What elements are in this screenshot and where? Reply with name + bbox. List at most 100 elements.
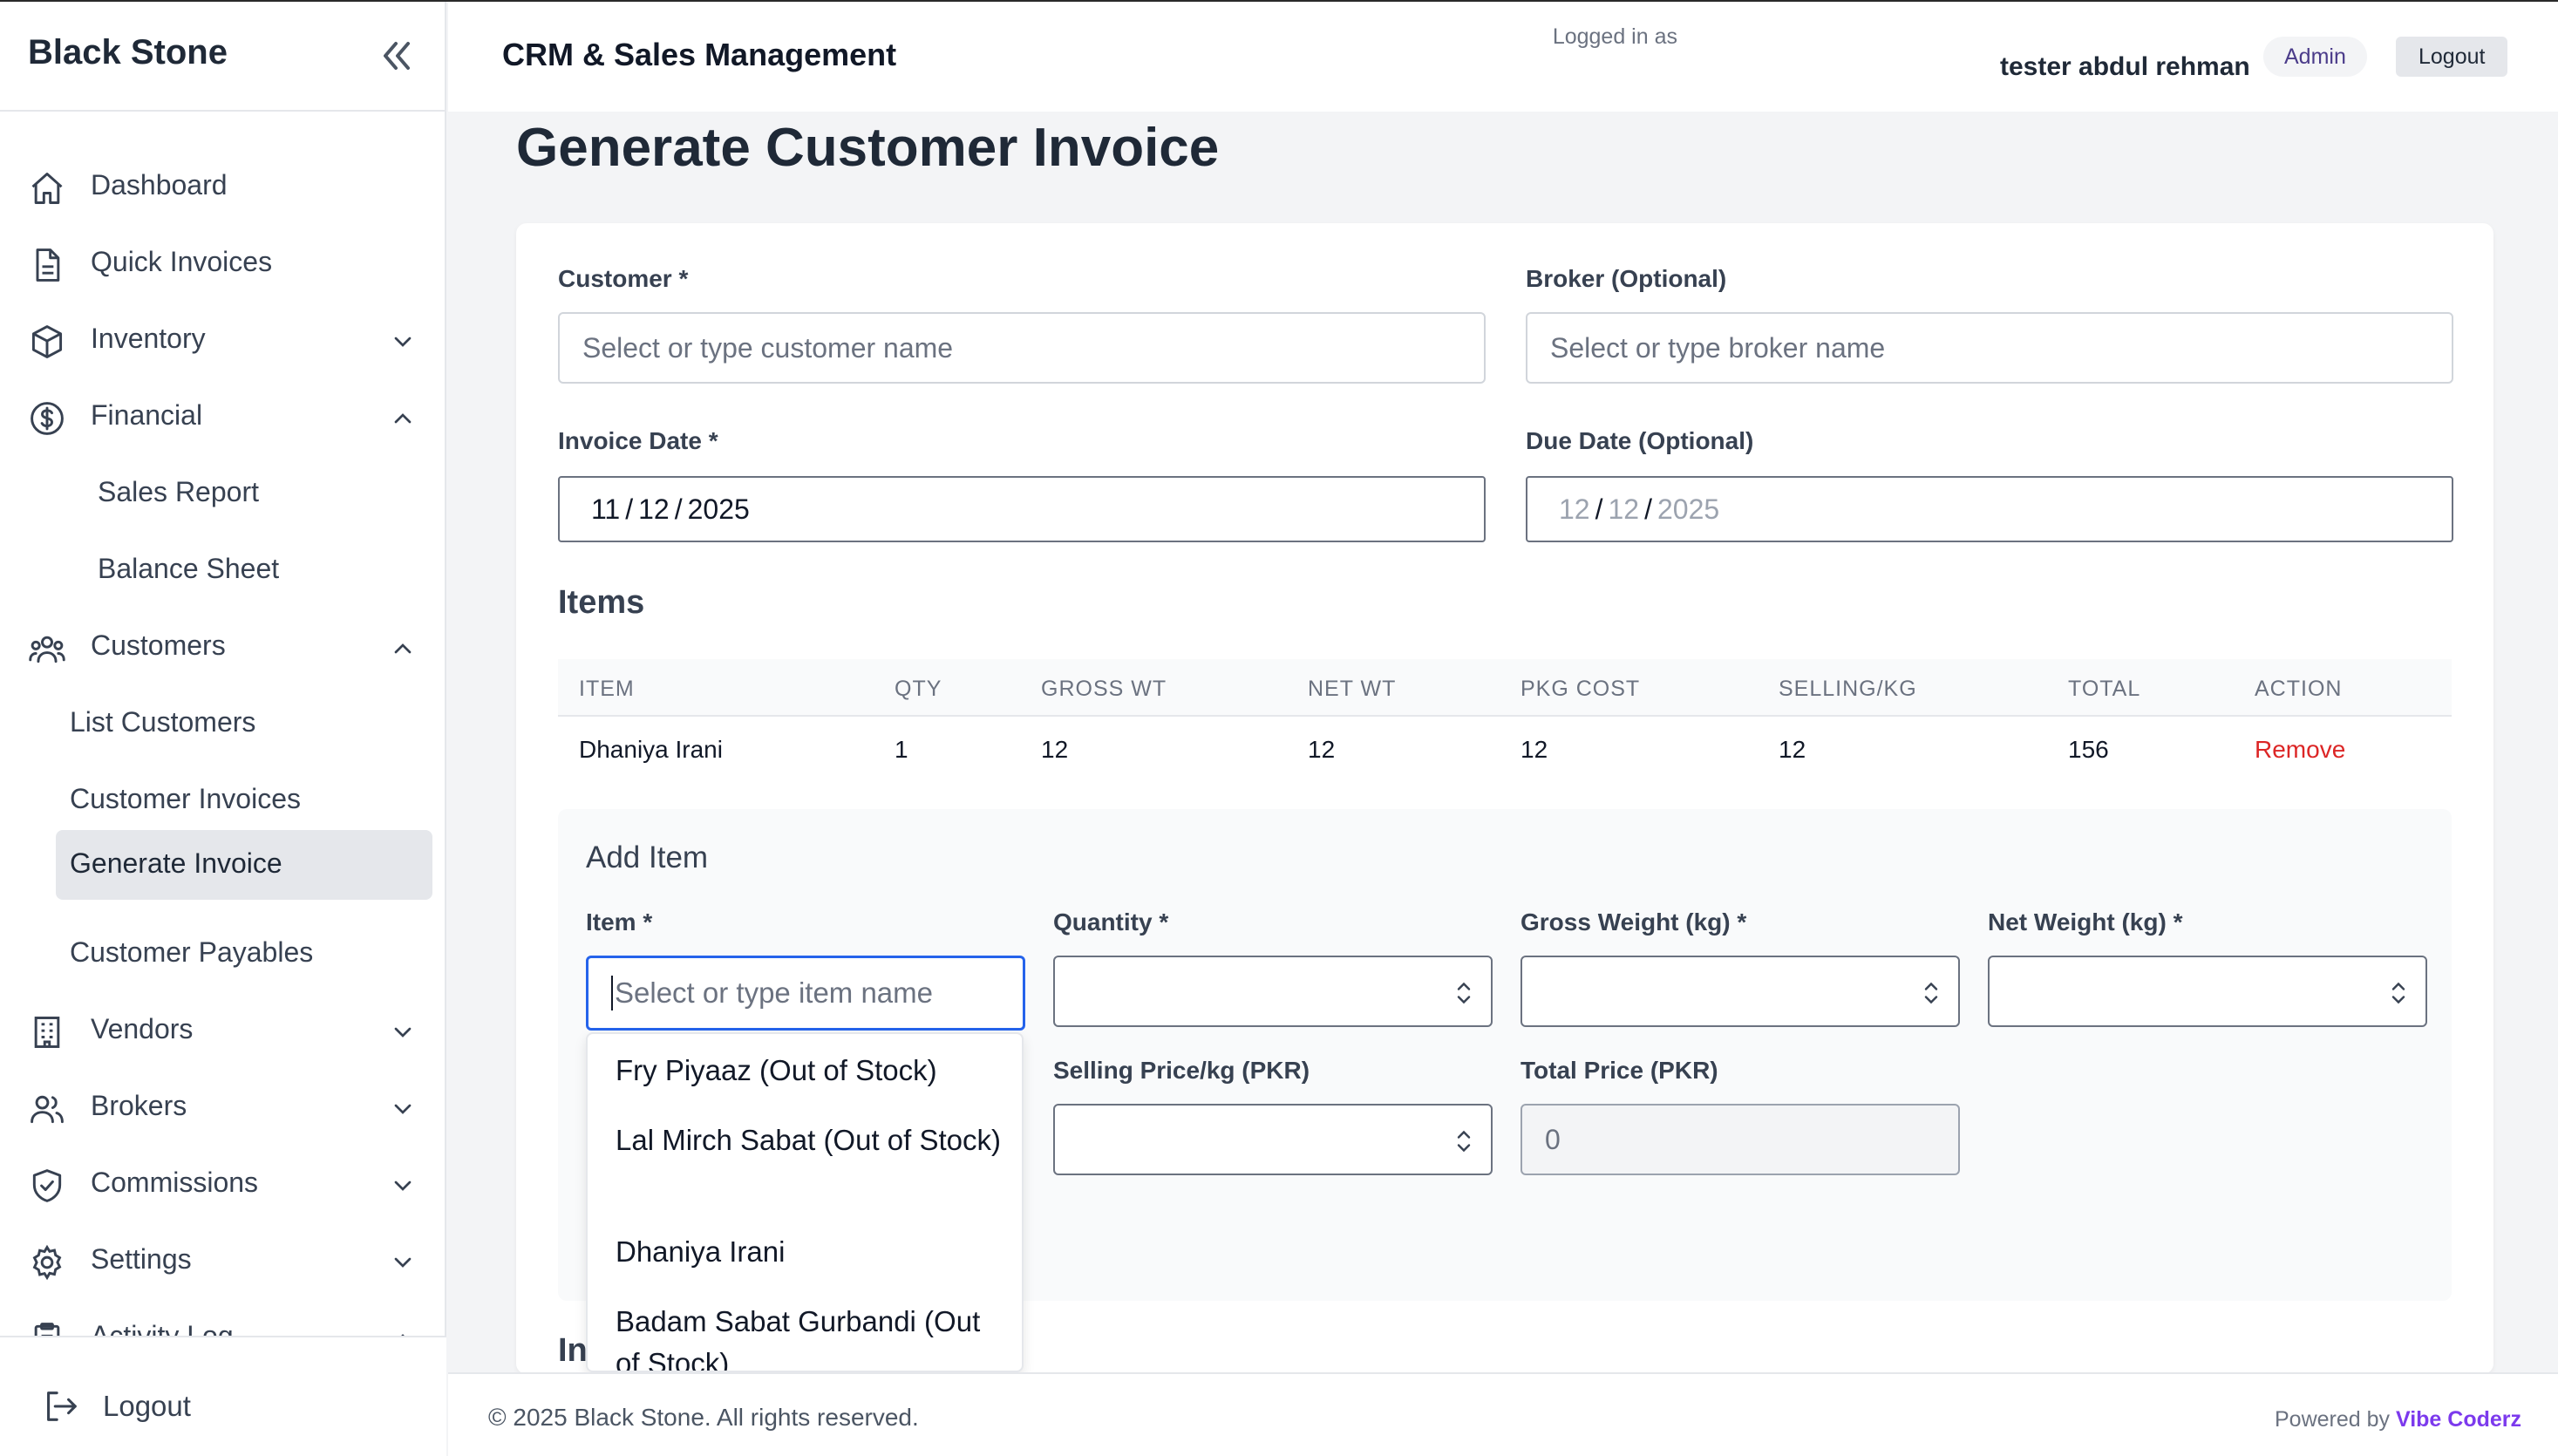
add-item-title: Add Item — [586, 840, 709, 874]
sidebar-subitem-generate-invoice[interactable]: Generate Invoice — [56, 830, 432, 900]
item-input[interactable]: Select or type item name — [586, 956, 1025, 1031]
logged-in-label: Logged in as — [1552, 24, 1677, 49]
powered-by-label: Powered by — [2274, 1407, 2391, 1432]
remove-item-link[interactable]: Remove — [2255, 736, 2345, 764]
selling-price-input[interactable] — [1053, 1104, 1493, 1175]
total-price-label: Total Price (PKR) — [1521, 1057, 1718, 1084]
sidebar-item-label: Settings — [91, 1242, 192, 1275]
spinner-arrows-icon[interactable] — [1923, 980, 1939, 1006]
chevron-down-icon[interactable] — [389, 1172, 417, 1200]
powered-by: Powered by Vibe Coderz — [2275, 1407, 2521, 1432]
column-header: SELLING/KG — [1779, 677, 1917, 701]
dropdown-option[interactable]: Fry Piyaaz (Out of Stock) — [616, 1050, 1008, 1092]
chevron-down-icon[interactable] — [389, 1018, 417, 1046]
cell-item: Dhaniya Irani — [579, 736, 723, 763]
spinner-arrows-icon[interactable] — [2391, 980, 2406, 1006]
partial-section-heading: In — [558, 1332, 588, 1369]
total-price-output: 0 — [1521, 1104, 1960, 1175]
sidebar-item-vendors[interactable]: Vendors — [0, 997, 446, 1060]
quantity-label: Quantity * — [1053, 908, 1169, 936]
sidebar-item-financial[interactable]: Financial — [0, 384, 446, 446]
sidebar-item-quick-invoices[interactable]: Quick Invoices — [0, 230, 446, 293]
header-logout-button[interactable]: Logout — [2396, 37, 2508, 77]
spinner-arrows-icon[interactable] — [1456, 1128, 1472, 1154]
invoice-date-month: 11 — [591, 493, 621, 525]
chevron-down-icon[interactable] — [389, 1095, 417, 1123]
sidebar-subitem-customer-invoices[interactable]: Customer Invoices — [70, 767, 446, 830]
clipboard-icon — [34, 1323, 60, 1336]
dollar-icon — [31, 402, 64, 435]
sidebar-item-brokers[interactable]: Brokers — [0, 1074, 446, 1137]
item-suggestions-dropdown: Fry Piyaaz (Out of Stock) Lal Mirch Saba… — [586, 1032, 1024, 1372]
customer-input[interactable]: Select or type customer name — [558, 312, 1486, 384]
brand-logo-text: Black Stone — [28, 33, 228, 71]
shield-check-icon — [32, 1169, 62, 1202]
date-separator: / — [1595, 493, 1603, 525]
powered-by-link[interactable]: Vibe Coderz — [2396, 1407, 2521, 1432]
net-weight-label: Net Weight (kg) * — [1988, 908, 2183, 936]
cell-net-wt: 12 — [1308, 736, 1336, 763]
items-table-header: ITEM QTY GROSS WT NET WT PKG COST SELLIN… — [558, 659, 2452, 717]
spinner-arrows-icon[interactable] — [1456, 980, 1472, 1006]
chevron-down-icon[interactable] — [389, 1248, 417, 1276]
sidebar-footer: Logout — [0, 1336, 446, 1456]
sidebar-subitem-list-customers[interactable]: List Customers — [70, 691, 446, 753]
sidebar-subitem-sales-report[interactable]: Sales Report — [98, 460, 446, 523]
dropdown-option[interactable]: Dhaniya Irani — [616, 1231, 1008, 1273]
column-header: GROSS WT — [1041, 677, 1167, 701]
broker-label: Broker (Optional) — [1526, 265, 1727, 292]
customer-label: Customer * — [558, 265, 689, 292]
sidebar-item-settings[interactable]: Settings — [0, 1228, 446, 1290]
net-weight-input[interactable] — [1988, 956, 2427, 1027]
sidebar-item-label: Brokers — [91, 1089, 187, 1121]
chevron-up-icon[interactable] — [389, 635, 417, 663]
sidebar-item-label: Quick Invoices — [91, 245, 273, 277]
sidebar-subitem-balance-sheet[interactable]: Balance Sheet — [98, 537, 446, 600]
sidebar-subitem-label: Balance Sheet — [98, 552, 280, 584]
dropdown-option[interactable]: Lal Mirch Sabat (Out of Stock) — [616, 1119, 1008, 1161]
invoice-date-year: 2025 — [687, 493, 750, 525]
date-separator: / — [1644, 493, 1652, 525]
invoice-date-day: 12 — [638, 493, 670, 525]
gross-weight-input[interactable] — [1521, 956, 1960, 1027]
invoice-date-label: Invoice Date * — [558, 427, 718, 454]
cell-gross-wt: 12 — [1041, 736, 1069, 763]
broker-input[interactable]: Select or type broker name — [1526, 312, 2453, 384]
dropdown-option[interactable]: Badam Sabat Gurbandi (Out of Stock) — [616, 1301, 1008, 1371]
role-badge: Admin — [2263, 37, 2367, 77]
sidebar-item-commissions[interactable]: Commissions — [0, 1151, 446, 1214]
collapse-sidebar-icon[interactable] — [375, 35, 417, 77]
column-header: PKG COST — [1521, 677, 1641, 701]
column-header: ACTION — [2255, 677, 2343, 701]
due-date-input[interactable]: 12 / 12 / 2025 — [1526, 476, 2453, 542]
sidebar-item-customers[interactable]: Customers — [0, 614, 446, 677]
sidebar-logout-label: Logout — [103, 1390, 191, 1422]
date-separator: / — [625, 493, 634, 525]
chevron-down-icon[interactable] — [389, 328, 417, 356]
sidebar-item-inventory[interactable]: Inventory — [0, 307, 446, 370]
copyright-text: © 2025 Black Stone. All rights reserved. — [488, 1404, 919, 1431]
sidebar-item-label: Inventory — [91, 322, 206, 354]
chevron-up-icon[interactable] — [389, 1325, 417, 1336]
building-icon — [34, 1017, 60, 1048]
sidebar-logout-button[interactable]: Logout — [40, 1379, 389, 1432]
cube-icon — [31, 325, 63, 358]
document-icon — [36, 248, 60, 282]
invoice-date-input[interactable]: 11 / 12 / 2025 — [558, 476, 1486, 542]
sidebar-subitem-customer-payables[interactable]: Customer Payables — [70, 921, 446, 983]
chevron-up-icon[interactable] — [389, 405, 417, 432]
item-input-placeholder: Select or type item name — [615, 976, 933, 1009]
cell-pkg-cost: 12 — [1521, 736, 1548, 763]
sidebar-nav: Dashboard Quick Invoices Inventory Finan… — [0, 115, 446, 1336]
sidebar-item-label: Vendors — [91, 1012, 194, 1044]
sidebar-brand-row: Black Stone — [0, 2, 446, 112]
sidebar-item-label: Customers — [91, 629, 226, 661]
sidebar-item-dashboard[interactable]: Dashboard — [0, 153, 446, 216]
sidebar-item-activity-log[interactable]: Activity Log — [0, 1304, 446, 1336]
column-header: QTY — [895, 677, 942, 701]
quantity-input[interactable] — [1053, 956, 1493, 1027]
page-title: Generate Customer Invoice — [516, 118, 1220, 178]
sidebar-item-label: Dashboard — [91, 168, 228, 201]
users-icon — [29, 636, 65, 663]
cell-total: 156 — [2068, 736, 2109, 763]
